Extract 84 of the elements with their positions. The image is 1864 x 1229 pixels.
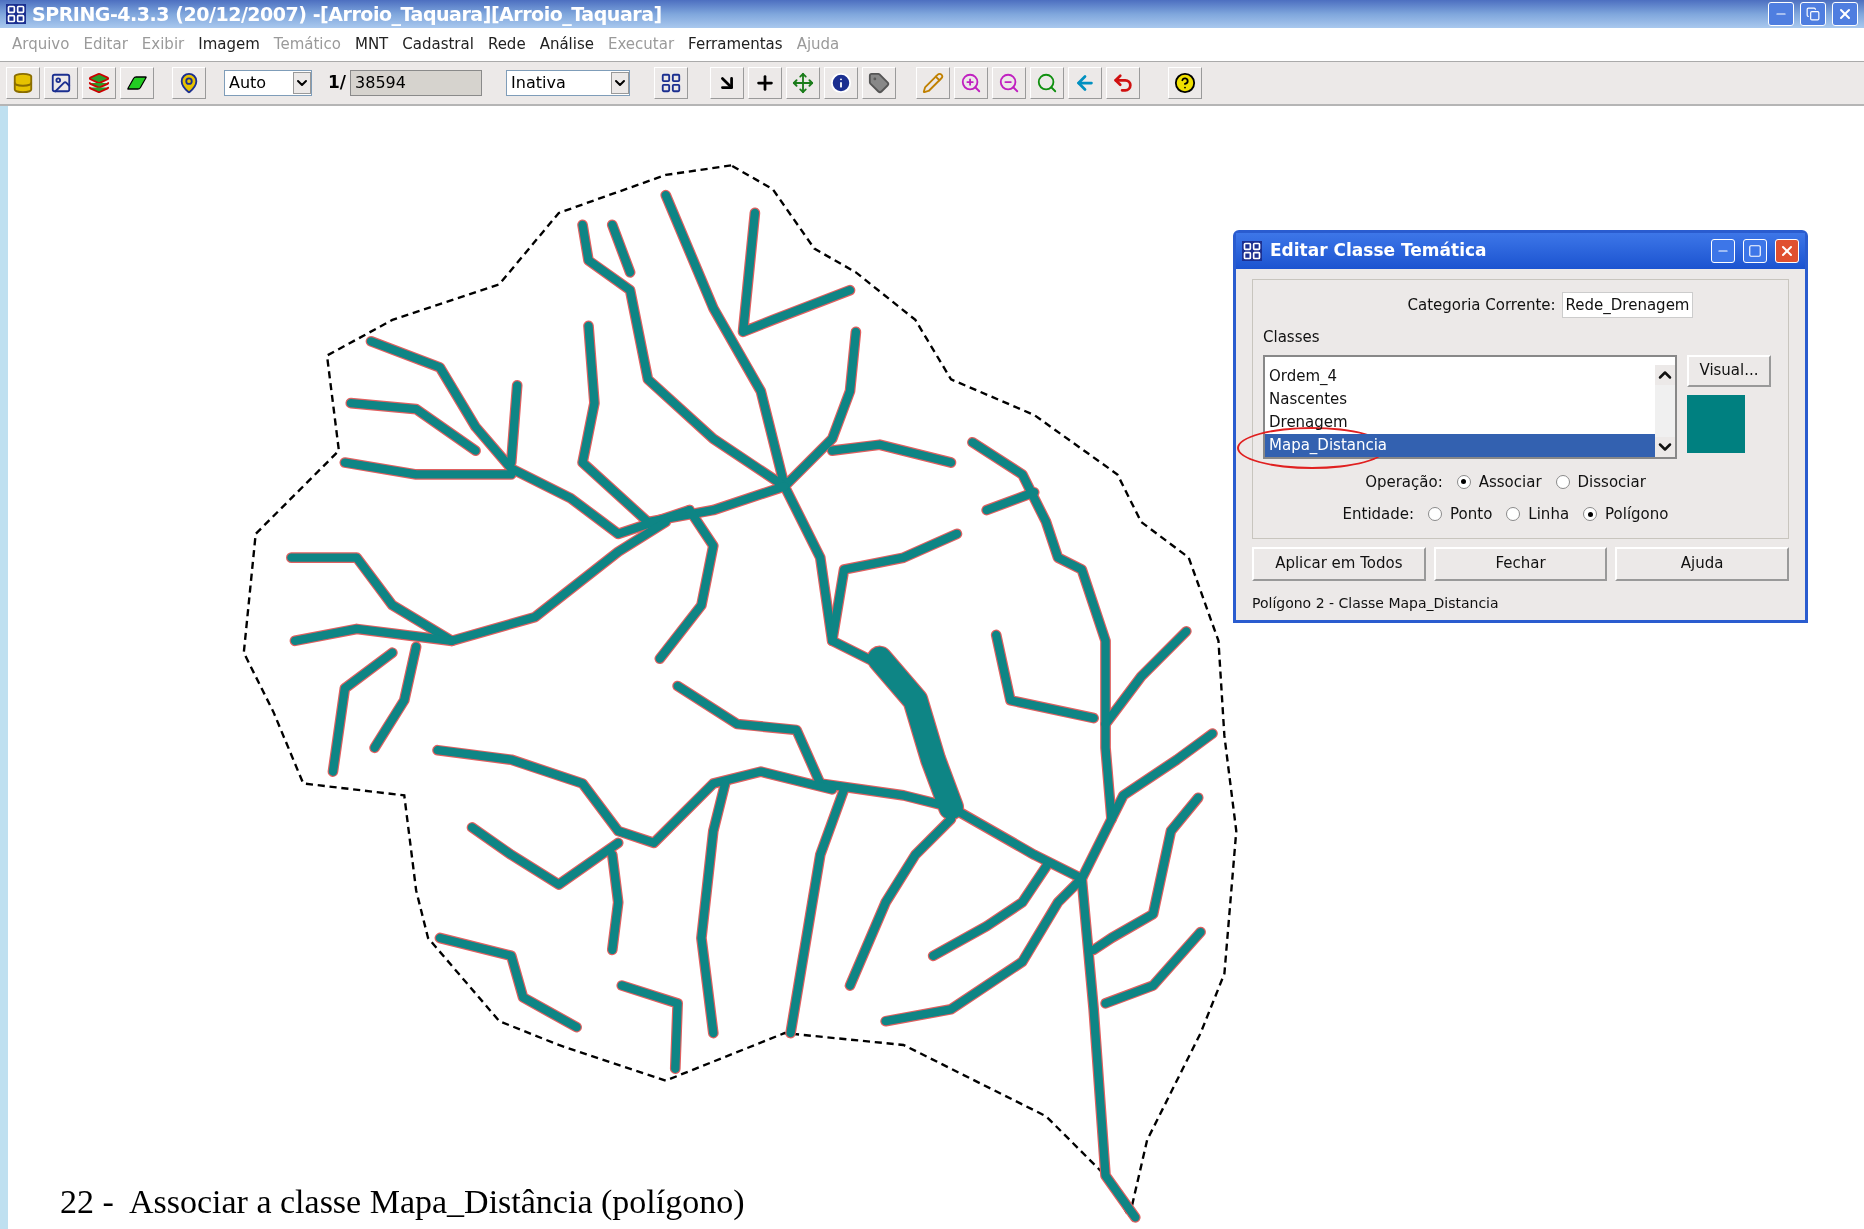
zoom-out-icon: [998, 72, 1021, 94]
status-text: Polígono 2 - Classe Mapa_Distancia: [1252, 593, 1500, 613]
scroll-down-icon[interactable]: [1655, 436, 1675, 457]
pan-button[interactable]: [786, 67, 821, 99]
menu-item[interactable]: Imagem: [198, 33, 260, 56]
help-icon: [1174, 72, 1197, 94]
arrow-button[interactable]: [710, 67, 745, 99]
add-button[interactable]: [748, 67, 783, 99]
close-button[interactable]: [1775, 239, 1799, 263]
layers-button[interactable]: [82, 67, 116, 99]
category-field[interactable]: Rede_Drenagem: [1561, 292, 1694, 318]
class-list-item[interactable]: Ordem_4: [1265, 364, 1655, 388]
maximize-button[interactable]: [1743, 239, 1767, 263]
zoom-out-button[interactable]: [992, 67, 1027, 99]
class-list-item[interactable]: Mapa_Distancia: [1265, 433, 1655, 457]
tag-button[interactable]: [862, 67, 897, 99]
scrollbar[interactable]: [1655, 364, 1675, 457]
info-icon: [830, 72, 853, 94]
figure-caption: 22 - Associar a classe Mapa_Distância (polígono): [60, 1182, 745, 1222]
radio-option[interactable]: Polígono: [1583, 503, 1669, 526]
close-button[interactable]: [1832, 2, 1858, 26]
database-icon: [12, 72, 34, 94]
pencil-button[interactable]: [916, 67, 951, 99]
tag-icon: [868, 72, 891, 94]
operation-label: Operação:: [1365, 471, 1443, 493]
map-pin-icon: [178, 72, 200, 94]
menu-item[interactable]: Análise: [539, 33, 594, 56]
search-icon: [1036, 72, 1059, 94]
menu-item[interactable]: Ferramentas: [688, 33, 783, 56]
info-button[interactable]: [824, 67, 859, 99]
radio-option[interactable]: Ponto: [1428, 503, 1493, 526]
app-icon: [1242, 241, 1262, 261]
zoom-in-icon: [960, 72, 983, 94]
map-button[interactable]: [172, 67, 206, 99]
classes-label: Classes: [1263, 327, 1321, 348]
dialog-button[interactable]: Fechar: [1433, 546, 1608, 581]
visual-button[interactable]: Visual...: [1687, 354, 1771, 387]
undo-button[interactable]: [1106, 67, 1141, 99]
undo-icon: [1112, 72, 1135, 94]
minimize-button[interactable]: [1768, 2, 1794, 26]
minimize-button[interactable]: [1711, 239, 1735, 263]
pencil-icon: [922, 72, 945, 94]
database-button[interactable]: [6, 67, 40, 99]
restore-button[interactable]: [1800, 2, 1826, 26]
dialog-title: Editar Classe Temática: [1270, 239, 1487, 263]
entity-label: Entidade:: [1342, 504, 1415, 525]
scroll-up-icon[interactable]: [1655, 364, 1675, 385]
zoom-in-button[interactable]: [954, 67, 989, 99]
search-button[interactable]: [1030, 67, 1065, 99]
radio-button[interactable]: [1456, 474, 1471, 489]
close-icon: [1779, 243, 1795, 259]
radio-button[interactable]: [1583, 507, 1598, 522]
radio-button[interactable]: [1555, 474, 1570, 489]
help-button[interactable]: [1168, 67, 1203, 99]
grid-icon: [660, 72, 683, 94]
plane-button[interactable]: [120, 67, 154, 99]
category-label: Categoria Corrente:: [1407, 294, 1556, 316]
app-icon: [6, 4, 26, 24]
grid-button[interactable]: [654, 67, 689, 99]
scale-field[interactable]: 38594: [350, 70, 483, 96]
image-icon: [50, 72, 72, 94]
restore-icon: [1806, 7, 1820, 21]
menu-item[interactable]: MNT: [354, 33, 389, 56]
radio-button[interactable]: [1506, 507, 1521, 522]
class-list-item[interactable]: Drenagem: [1265, 410, 1655, 434]
move-icon: [792, 72, 815, 94]
radio-option[interactable]: Linha: [1506, 503, 1570, 526]
radio-option[interactable]: Associar: [1456, 470, 1542, 493]
layers-icon: [88, 72, 110, 94]
maximize-icon: [1748, 244, 1762, 258]
edit-mode-dropdown[interactable]: Inativa: [506, 70, 631, 96]
dialog-button[interactable]: Ajuda: [1615, 546, 1789, 581]
window-title: SPRING-4.3.3 (20/12/2007) -[Arroio_Taquara][Arroio_Taquara]: [32, 1, 662, 28]
scale-prefix: 1/: [328, 71, 347, 95]
zoom-mode-dropdown[interactable]: Auto: [224, 70, 312, 96]
back-button[interactable]: [1068, 67, 1103, 99]
class-list-item[interactable]: Nascentes: [1265, 387, 1655, 411]
radio-option[interactable]: Dissociar: [1555, 470, 1646, 493]
menu-item[interactable]: Rede: [487, 33, 526, 56]
image-button[interactable]: [44, 67, 78, 99]
menu-item[interactable]: Cadastral: [402, 33, 474, 56]
dialog-button[interactable]: Aplicar em Todos: [1252, 546, 1426, 581]
close-icon: [1837, 6, 1853, 22]
radio-button[interactable]: [1428, 507, 1443, 522]
